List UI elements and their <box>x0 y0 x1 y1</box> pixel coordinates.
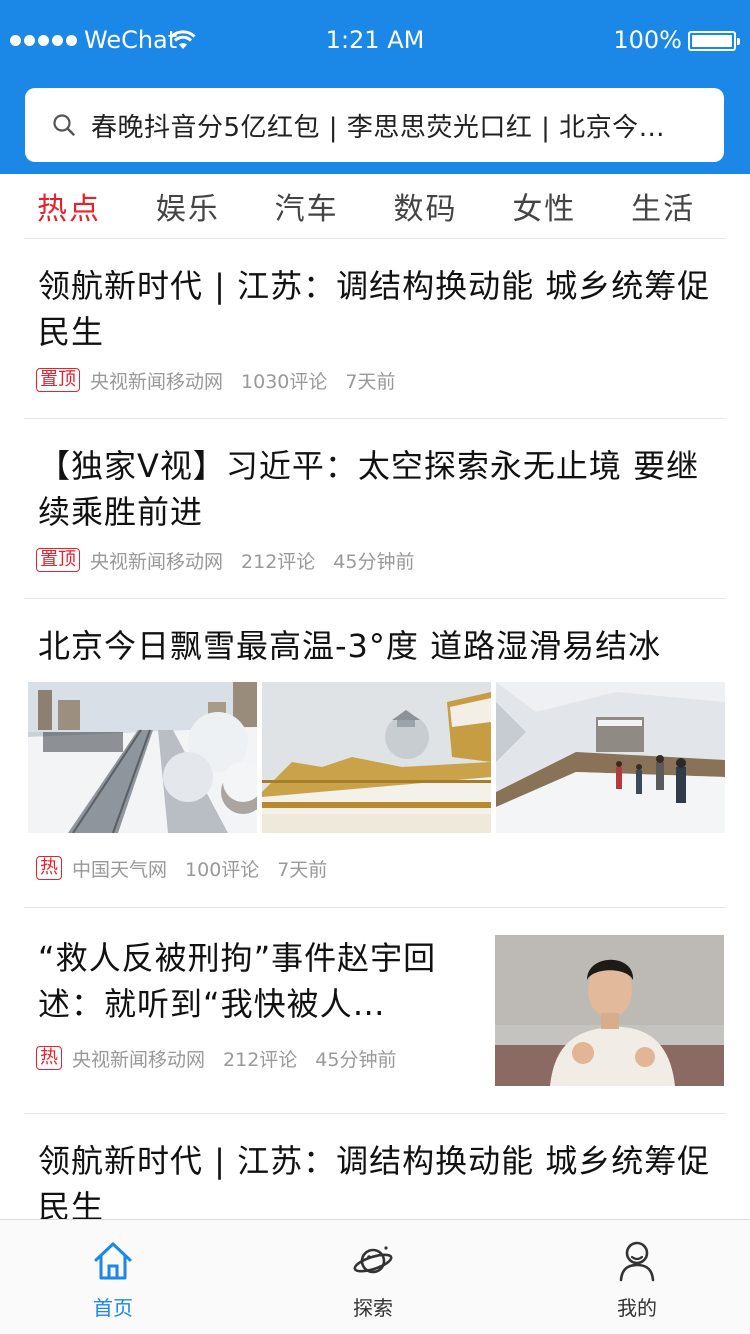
pinned-badge: 置顶 <box>36 548 80 572</box>
tab-hot[interactable]: 热点 <box>37 184 156 228</box>
news-image <box>28 682 257 833</box>
search-icon <box>53 114 75 136</box>
hot-badge: 热 <box>36 1046 62 1070</box>
tab-auto[interactable]: 汽车 <box>275 184 394 228</box>
tab-digital[interactable]: 数码 <box>393 184 512 228</box>
news-item[interactable]: “救人反被刑拘”事件赵宇回述：就听到“我快被人… 热 央视新闻移动网 212评论… <box>24 908 726 1114</box>
comment-count: 212评论 <box>223 1048 298 1071</box>
header: WeChat 1:21 AM 100% 春晚抖音分5亿红包 | 李思思荧光口红 … <box>0 0 750 174</box>
status-bar: WeChat 1:21 AM 100% <box>0 0 750 80</box>
battery-percent: 100% <box>613 26 682 54</box>
tab-life[interactable]: 生活 <box>631 184 750 228</box>
tab-women[interactable]: 女性 <box>512 184 631 228</box>
news-meta: 置顶 央视新闻移动网 212评论 45分钟前 <box>24 545 726 575</box>
publish-time: 45分钟前 <box>315 1048 397 1071</box>
news-item[interactable]: 【独家V视】习近平：太空探索永无止境 要继续乘胜前进 置顶 央视新闻移动网 21… <box>24 419 726 599</box>
news-source: 央视新闻移动网 <box>90 370 224 393</box>
news-source: 央视新闻移动网 <box>72 1048 206 1071</box>
bottom-nav: 首页 探索 我的 <box>0 1219 750 1334</box>
user-icon <box>619 1241 655 1282</box>
news-item[interactable]: 领航新时代 | 江苏：调结构换动能 城乡统筹促民生 <box>24 1114 726 1219</box>
nav-home[interactable]: 首页 <box>38 1220 188 1334</box>
comment-count: 100评论 <box>185 858 260 881</box>
news-title: 北京今日飘雪最高温-3°度 道路湿滑易结冰 <box>38 627 662 665</box>
news-meta: 置顶 央视新闻移动网 1030评论 7天前 <box>24 365 726 395</box>
publish-time: 7天前 <box>345 370 396 393</box>
image-gallery <box>28 682 725 833</box>
news-title: 【独家V视】习近平：太空探索永无止境 要继续乘胜前进 <box>38 447 700 531</box>
news-item[interactable]: 北京今日飘雪最高温-3°度 道路湿滑易结冰 热 中国天气网 100评论 7天前 <box>24 599 726 908</box>
home-icon <box>94 1242 132 1280</box>
nav-profile-label: 我的 <box>617 1296 657 1320</box>
battery-icon <box>688 31 740 51</box>
comment-count: 212评论 <box>241 550 316 573</box>
news-title: 领航新时代 | 江苏：调结构换动能 城乡统筹促民生 <box>38 1142 711 1219</box>
pinned-badge: 置顶 <box>36 368 80 392</box>
news-image <box>262 682 491 833</box>
search-hot-keywords: 春晚抖音分5亿红包 | 李思思荧光口红 | 北京今… <box>91 112 666 143</box>
nav-explore-label: 探索 <box>353 1296 393 1320</box>
news-item[interactable]: 领航新时代 | 江苏：调结构换动能 城乡统筹促民生 置顶 央视新闻移动网 103… <box>24 239 726 419</box>
tab-entertainment[interactable]: 娱乐 <box>156 184 275 228</box>
planet-icon <box>353 1246 393 1274</box>
news-meta: 热 中国天气网 100评论 7天前 <box>24 853 726 883</box>
nav-home-label: 首页 <box>93 1296 133 1320</box>
search-bar[interactable]: 春晚抖音分5亿红包 | 李思思荧光口红 | 北京今… <box>25 88 724 162</box>
publish-time: 7天前 <box>277 858 328 881</box>
nav-profile[interactable]: 我的 <box>562 1220 712 1334</box>
hot-badge: 热 <box>36 856 62 880</box>
comment-count: 1030评论 <box>241 370 328 393</box>
publish-time: 45分钟前 <box>333 550 415 573</box>
news-image <box>496 682 725 833</box>
news-image <box>495 935 724 1086</box>
news-title: 领航新时代 | 江苏：调结构换动能 城乡统筹促民生 <box>38 267 711 351</box>
nav-explore[interactable]: 探索 <box>298 1220 448 1334</box>
news-source: 中国天气网 <box>72 858 168 881</box>
news-feed[interactable]: 领航新时代 | 江苏：调结构换动能 城乡统筹促民生 置顶 央视新闻移动网 103… <box>0 239 750 1219</box>
news-title: “救人反被刑拘”事件赵宇回述：就听到“我快被人… <box>38 939 437 1023</box>
news-meta: 热 央视新闻移动网 212评论 45分钟前 <box>24 1043 484 1073</box>
category-tabs: 热点 娱乐 汽车 数码 女性 生活 <box>0 174 750 238</box>
news-source: 央视新闻移动网 <box>90 550 224 573</box>
